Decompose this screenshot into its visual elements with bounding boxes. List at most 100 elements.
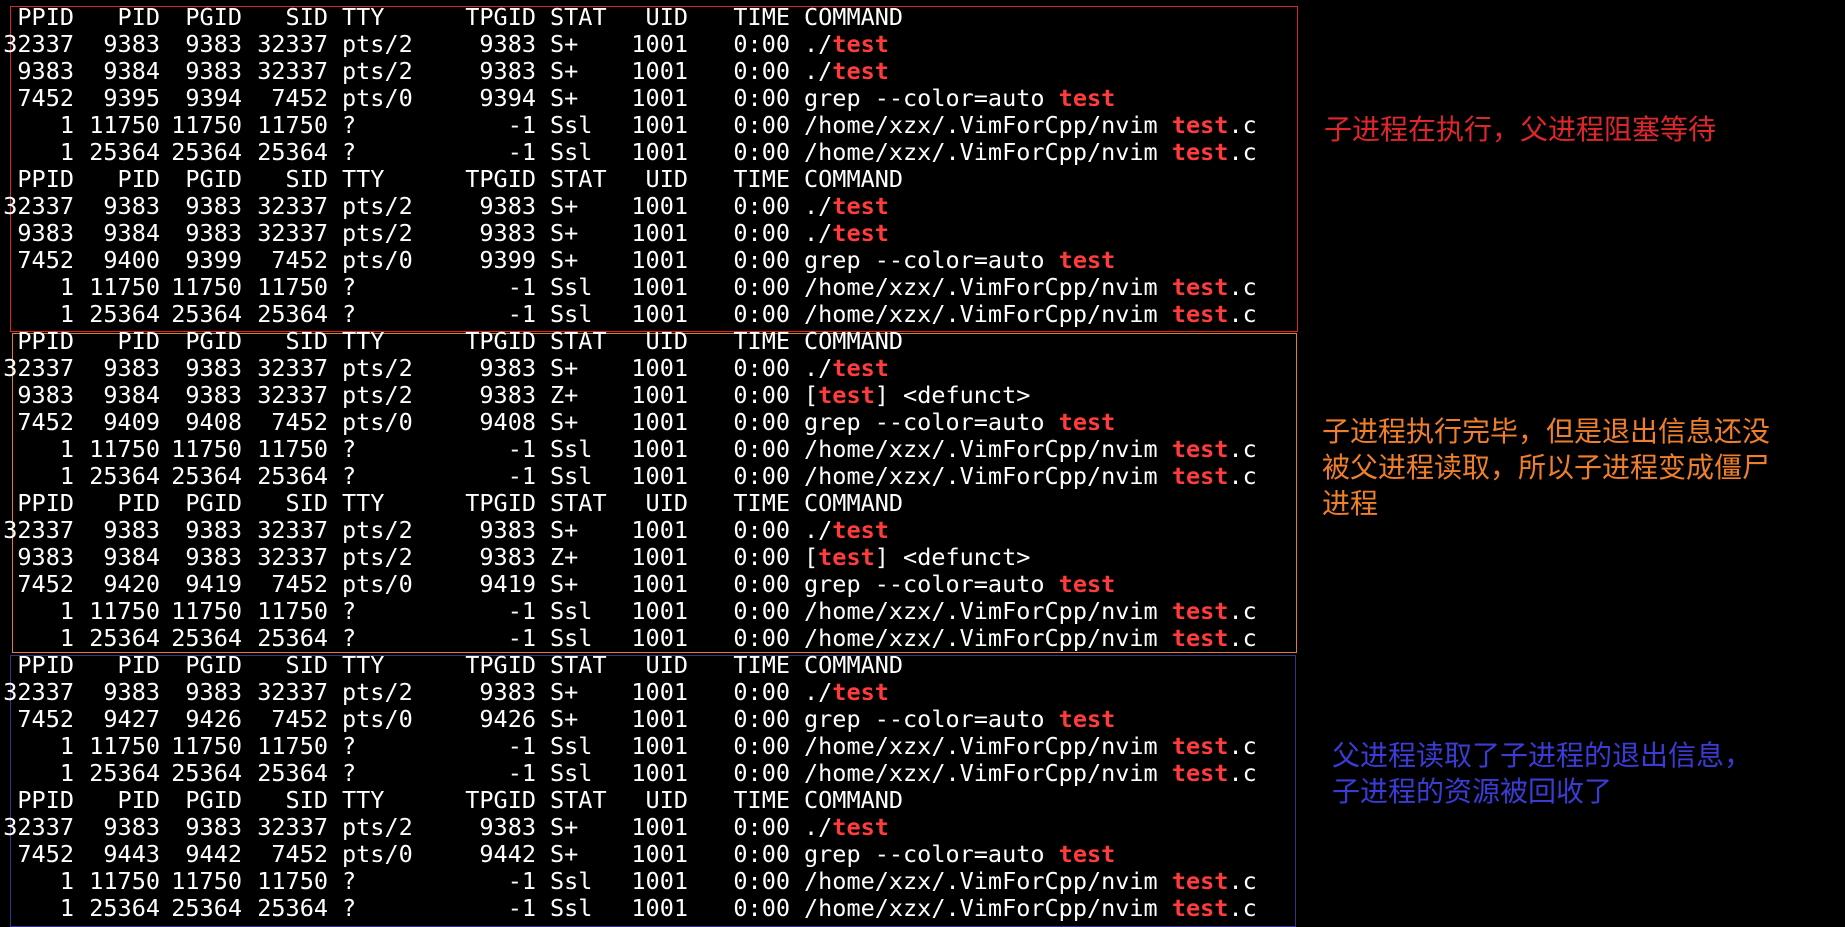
cell-pid: PID	[117, 786, 160, 814]
cell-pid: 11750	[89, 597, 160, 625]
cell-uid: 1001	[631, 678, 688, 706]
cell-stat: STAT	[550, 3, 607, 31]
cell-uid: 1001	[631, 192, 688, 220]
cell-cmd: /home/xzx/.VimForCpp/nvim test.c	[804, 867, 1257, 895]
cell-tty: pts/2	[342, 813, 413, 841]
cell-tty: pts/0	[342, 840, 413, 868]
cell-uid: 1001	[631, 813, 688, 841]
process-row: 7452 9395 9394 7452 pts/0 9394 S+ 1001 0:00 grep …	[0, 85, 1300, 112]
process-row: 7452 9443 9442 7452 pts/0 9442 S+ 1001 0:00 grep …	[0, 841, 1300, 868]
cell-pgid: 9383	[185, 219, 242, 247]
cell-cmd: ./test	[804, 219, 889, 247]
cell-sid: 7452	[271, 246, 328, 274]
cell-tty: TTY	[342, 651, 385, 679]
cell-ppid: PPID	[17, 327, 74, 355]
cell-pid: PID	[117, 3, 160, 31]
cell-pid: 25364	[89, 138, 160, 166]
cell-tty: pts/0	[342, 84, 413, 112]
cell-tty: pts/0	[342, 570, 413, 598]
cell-pgid: 25364	[171, 624, 242, 652]
cell-tpgid: -1	[507, 300, 536, 328]
cell-uid: UID	[645, 489, 688, 517]
cell-tty: ?	[342, 624, 357, 652]
cell-pid: 9384	[103, 543, 160, 571]
cell-cmd: grep --color=auto test	[804, 408, 1116, 436]
cell-ppid: 32337	[3, 516, 74, 544]
grep-match-highlight: test	[1171, 867, 1229, 895]
cell-uid: 1001	[631, 894, 688, 922]
process-row: 1 11750 11750 11750? -1 Ssl 1001 0:00/home/xzx/…	[0, 733, 1300, 760]
process-row: 9383 9384 9383 32337 pts/2 9383 S+ 1001 0:00 ./te…	[0, 58, 1300, 85]
cell-sid: 7452	[271, 705, 328, 733]
process-row: 1 25364 25364 25364? -1 Ssl 1001 0:00/home/xzx/…	[0, 463, 1300, 490]
cell-ppid: 1	[59, 894, 74, 922]
cell-pgid: 9383	[185, 543, 242, 571]
annotation-line: 子进程在执行，父进程阻塞等待	[1324, 113, 1717, 146]
cell-sid: 32337	[257, 30, 328, 58]
cell-time: 0:00	[733, 354, 790, 382]
cell-tty: ?	[342, 867, 357, 895]
annotation-running: 子进程在执行，父进程阻塞等待	[1324, 112, 1824, 148]
cell-stat: Ssl	[550, 624, 593, 652]
cell-pid: PID	[117, 165, 160, 193]
cell-stat: S+	[550, 840, 579, 868]
cell-cmd: grep --color=auto test	[804, 705, 1116, 733]
cell-tpgid: -1	[507, 597, 536, 625]
cell-time: 0:00	[733, 300, 790, 328]
cell-ppid: 1	[59, 759, 74, 787]
cell-cmd: /home/xzx/.VimForCpp/nvim test.c	[804, 111, 1257, 139]
cell-tpgid: 9383	[479, 543, 536, 571]
cell-cmd: COMMAND	[804, 786, 904, 814]
cell-stat: Z+	[550, 543, 579, 571]
cell-time: TIME	[733, 3, 790, 31]
grep-match-highlight: test	[1171, 138, 1229, 166]
process-row: 32337 9383 9383 32337 pts/2 9383 S+ 1001 0:00 ./t…	[0, 679, 1300, 706]
cell-ppid: 1	[59, 597, 74, 625]
cell-pgid: 11750	[171, 597, 242, 625]
terminal-output[interactable]: PPID PID PGID SID TTY TPGID STAT UID TIME COMMAND…	[0, 4, 1300, 922]
cell-uid: UID	[645, 165, 688, 193]
process-row: 9383 9384 9383 32337 pts/2 9383 S+ 1001 0:00 ./te…	[0, 220, 1300, 247]
cell-pgid: 11750	[171, 867, 242, 895]
cell-tty: pts/2	[342, 57, 413, 85]
cell-tpgid: -1	[507, 894, 536, 922]
grep-match-highlight: test	[1171, 624, 1229, 652]
cell-stat: STAT	[550, 651, 607, 679]
cell-sid: 32337	[257, 678, 328, 706]
cell-pgid: PGID	[185, 165, 242, 193]
cell-time: 0:00	[733, 597, 790, 625]
cell-ppid: 32337	[3, 192, 74, 220]
cell-pid: 9384	[103, 57, 160, 85]
cell-cmd: ./test	[804, 192, 889, 220]
cell-ppid: 7452	[17, 408, 74, 436]
cell-pgid: 9383	[185, 354, 242, 382]
grep-match-highlight: test	[832, 516, 889, 544]
cell-tty: pts/2	[342, 381, 413, 409]
cell-sid: 11750	[257, 273, 328, 301]
cell-pid: 9384	[103, 219, 160, 247]
cell-tpgid: 9383	[479, 813, 536, 841]
cell-ppid: 7452	[17, 840, 74, 868]
cell-ppid: 1	[59, 732, 74, 760]
cell-pgid: 11750	[171, 435, 242, 463]
grep-match-highlight: test	[832, 30, 889, 58]
cell-ppid: PPID	[17, 489, 74, 517]
ps-header-row: PPID PID PGID SID TTY TPGID STAT UID TIME COMMAND	[0, 4, 1300, 31]
cell-pid: 25364	[89, 624, 160, 652]
cell-uid: 1001	[631, 381, 688, 409]
cell-pgid: 9383	[185, 57, 242, 85]
cell-cmd: ./test	[804, 678, 889, 706]
cell-pid: PID	[117, 651, 160, 679]
cell-stat: Ssl	[550, 273, 593, 301]
cell-pgid: PGID	[185, 489, 242, 517]
process-row: 32337 9383 9383 32337 pts/2 9383 S+ 1001 0:00 ./t…	[0, 814, 1300, 841]
annotation-line: 被父进程读取，所以子进程变成僵尸	[1322, 451, 1771, 484]
cell-sid: SID	[285, 651, 328, 679]
process-row: 7452 9409 9408 7452 pts/0 9408 S+ 1001 0:00 grep …	[0, 409, 1300, 436]
cell-cmd: /home/xzx/.VimForCpp/nvim test.c	[804, 894, 1257, 922]
grep-match-highlight: test	[1058, 840, 1116, 868]
cell-tpgid: TPGID	[465, 786, 536, 814]
cell-pid: 9409	[103, 408, 160, 436]
cell-uid: 1001	[631, 462, 688, 490]
cell-pid: 25364	[89, 894, 160, 922]
